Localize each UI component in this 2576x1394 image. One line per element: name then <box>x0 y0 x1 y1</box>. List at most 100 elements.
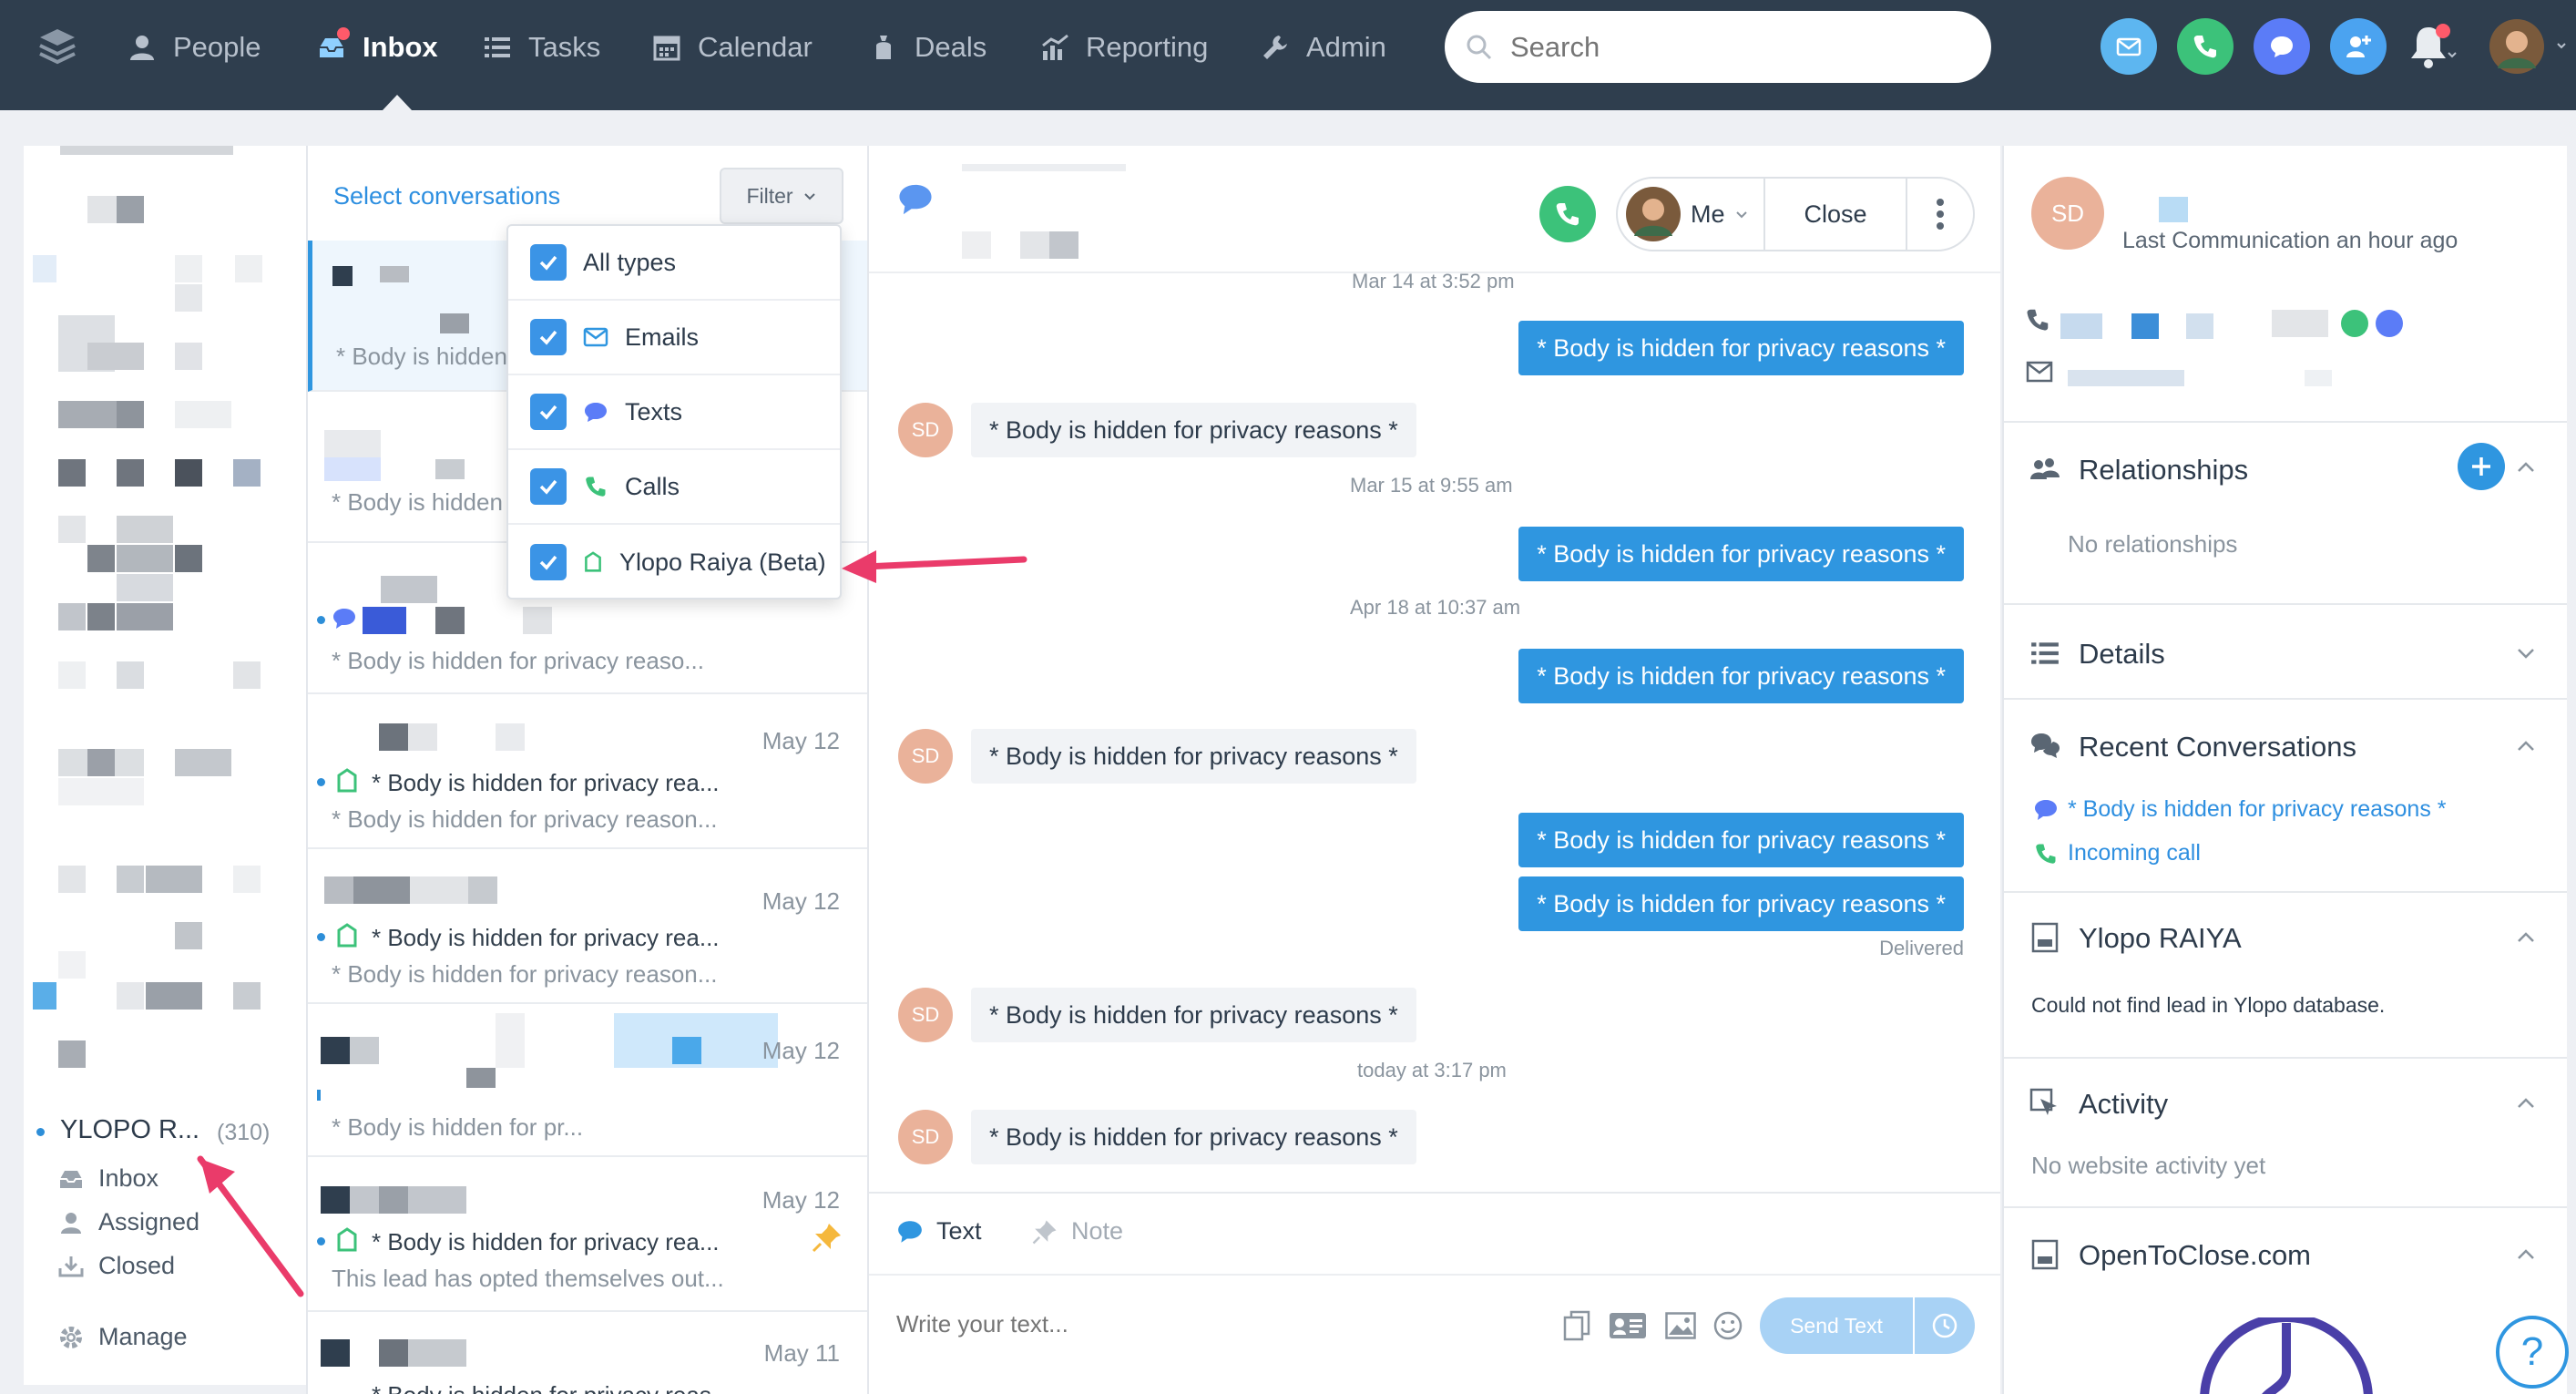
obscured-content <box>58 1040 86 1068</box>
recent-conversation-item[interactable]: * Body is hidden for privacy reasons * <box>2033 796 2447 823</box>
sidebar-item-closed[interactable]: Closed <box>58 1252 175 1280</box>
conversation-subject: * Body is hidden for privacy rea... <box>372 1228 720 1256</box>
more-options-icon[interactable] <box>1907 179 1973 250</box>
filter-dropdown: All types Emails Texts Calls Ylopo Raiya… <box>506 224 842 600</box>
composer-tab-text[interactable]: Text <box>896 1217 982 1245</box>
image-icon[interactable] <box>1665 1312 1696 1339</box>
nav-inbox[interactable]: Inbox <box>317 0 438 94</box>
obscured-content <box>672 1037 701 1064</box>
email-button[interactable] <box>2101 18 2157 75</box>
last-communication: Last Communication an hour ago <box>2122 228 2458 253</box>
contact-button[interactable] <box>2330 18 2387 75</box>
obscured-content <box>87 603 115 630</box>
close-conversation-button[interactable]: Close <box>1765 179 1907 250</box>
conversation-row[interactable]: May 12 * Body is hidden for privacy rea.… <box>308 694 867 849</box>
conversation-row[interactable]: May 12 * Body is hidden for privacy rea.… <box>308 1157 867 1312</box>
nav-deals[interactable]: Deals <box>869 0 986 94</box>
nav-admin[interactable]: Admin <box>1261 0 1386 94</box>
filter-option-texts[interactable]: Texts <box>508 375 840 450</box>
inbox-group-label[interactable]: YLOPO R... <box>60 1115 199 1145</box>
add-relationship-button[interactable] <box>2458 443 2505 490</box>
send-text-button[interactable]: Send Text <box>1760 1297 1913 1354</box>
help-button[interactable]: ? <box>2496 1316 2569 1389</box>
filter-option-all[interactable]: All types <box>508 226 840 301</box>
sidebar-item-inbox[interactable]: Inbox <box>58 1164 158 1193</box>
nav-label: Reporting <box>1086 30 1209 63</box>
nav-calendar[interactable]: Calendar <box>652 0 813 94</box>
filter-option-emails[interactable]: Emails <box>508 301 840 375</box>
conversation-row[interactable]: May 12 * Body is hidden for privacy rea.… <box>308 849 867 1004</box>
envelope-icon <box>2026 361 2053 383</box>
select-conversations-link[interactable]: Select conversations <box>333 182 560 210</box>
details-section[interactable]: Details <box>2004 603 2567 698</box>
filter-option-calls[interactable]: Calls <box>508 450 840 525</box>
conversation-row[interactable]: May 12 * Body is hidden for pr... <box>308 1004 867 1157</box>
filter-button[interactable]: Filter <box>720 168 843 224</box>
obscured-content <box>146 982 202 1010</box>
contact-plus-icon <box>2344 32 2373 61</box>
chevron-up-icon[interactable] <box>2514 926 2538 949</box>
checkbox-checked[interactable] <box>530 244 567 281</box>
conversation-date: May 12 <box>762 1186 840 1214</box>
search-box[interactable] <box>1445 11 1991 83</box>
notifications-bell-icon[interactable] <box>2407 22 2458 73</box>
nav-people[interactable]: People <box>128 0 261 94</box>
notification-dot <box>337 26 350 40</box>
download-tray-icon <box>58 1254 84 1279</box>
app-logo-icon[interactable] <box>36 26 78 67</box>
composer-tab-note[interactable]: Note <box>1031 1217 1123 1245</box>
section-title: Recent Conversations <box>2079 731 2356 763</box>
obscured-content <box>175 284 202 312</box>
schedule-send-button[interactable] <box>1915 1297 1975 1354</box>
pin-icon <box>1031 1218 1058 1245</box>
call-phone-icon[interactable] <box>2341 310 2368 337</box>
assignee-dropdown[interactable]: Me <box>1618 179 1765 250</box>
checkbox-checked[interactable] <box>530 394 567 430</box>
user-avatar[interactable] <box>2489 18 2571 75</box>
checkbox-checked[interactable] <box>530 544 567 580</box>
phone-icon <box>1553 200 1582 229</box>
message-timestamp: Apr 18 at 10:37 am <box>1350 596 1521 619</box>
obscured-content <box>58 459 86 487</box>
cursor-click-icon <box>2029 1088 2060 1119</box>
text-phone-icon[interactable] <box>2376 310 2403 337</box>
message-incoming: * Body is hidden for privacy reasons * <box>971 403 1416 457</box>
copy-icon[interactable] <box>1563 1310 1590 1341</box>
conversation-date: May 12 <box>762 727 840 754</box>
chevron-up-icon[interactable] <box>2514 1092 2538 1115</box>
pin-icon[interactable] <box>811 1221 843 1254</box>
phone-button[interactable] <box>2177 18 2234 75</box>
message-outgoing: * Body is hidden for privacy reasons * <box>1518 813 1964 867</box>
unread-dot <box>317 778 325 786</box>
message-input[interactable] <box>896 1301 1488 1347</box>
obscured-content <box>233 661 261 689</box>
search-input[interactable] <box>1510 30 1947 64</box>
emoji-icon[interactable] <box>1712 1310 1743 1341</box>
chat-button[interactable] <box>2254 18 2310 75</box>
chat-bubble-icon <box>2033 798 2059 822</box>
nav-tasks[interactable]: Tasks <box>483 0 600 94</box>
call-button[interactable] <box>1539 186 1596 242</box>
recent-conversation-label: * Body is hidden for privacy reasons * <box>2068 796 2447 822</box>
conversation-row[interactable]: May 11 * Body is hidden for privacy reas… <box>308 1312 867 1394</box>
nav-reporting[interactable]: Reporting <box>1040 0 1208 94</box>
sidebar-item-assigned[interactable]: Assigned <box>58 1208 199 1236</box>
chevron-down-icon[interactable] <box>2514 641 2538 665</box>
recent-conversation-item[interactable]: Incoming call <box>2033 840 2201 866</box>
recent-conversation-label: Incoming call <box>2068 840 2201 866</box>
checkbox-checked[interactable] <box>530 319 567 355</box>
contact-card-icon[interactable] <box>1609 1312 1647 1339</box>
obscured-content <box>2305 370 2332 386</box>
chevron-up-icon[interactable] <box>2514 734 2538 758</box>
chevron-up-icon[interactable] <box>2514 456 2538 479</box>
obscured-content <box>962 231 991 259</box>
filter-option-ylopo-raiya[interactable]: Ylopo Raiya (Beta) <box>508 525 840 600</box>
checkbox-checked[interactable] <box>530 468 567 505</box>
obscured-content <box>58 866 86 893</box>
sidebar-manage[interactable]: Manage <box>58 1323 188 1351</box>
activity-section: Activity No website activity yet <box>2004 1057 2567 1206</box>
obscured-content <box>87 749 115 776</box>
obscured-content <box>2159 197 2188 222</box>
chevron-up-icon[interactable] <box>2514 1243 2538 1266</box>
people-group-icon <box>2029 454 2060 485</box>
